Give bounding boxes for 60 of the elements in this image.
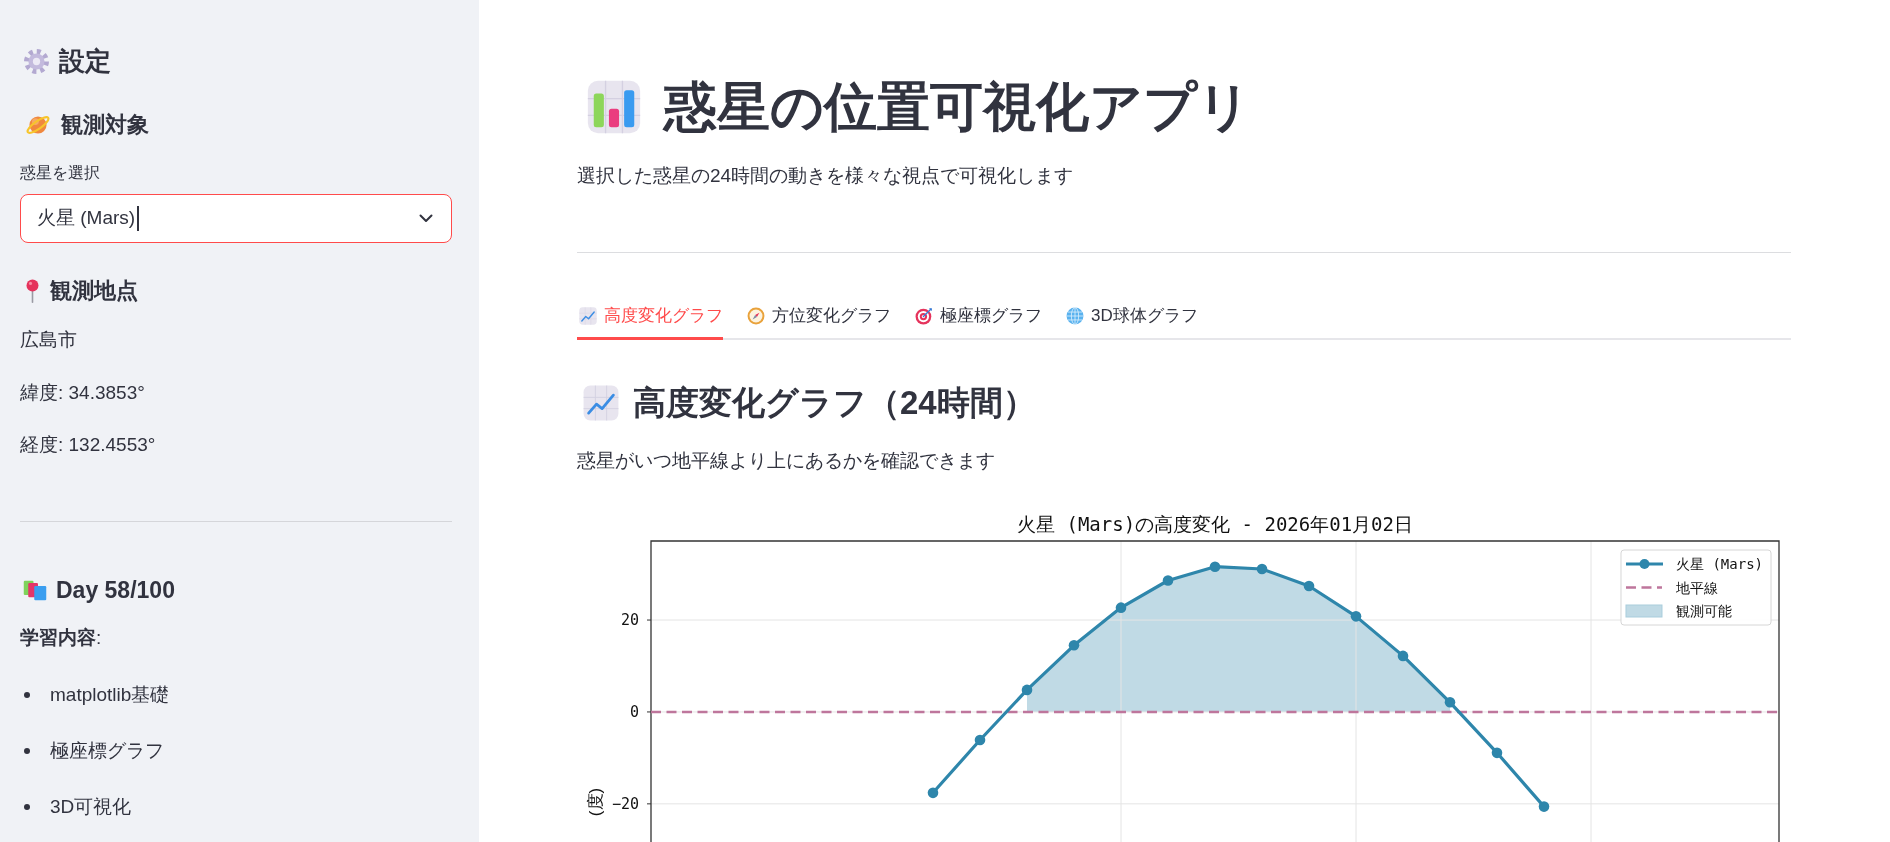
- bullet-icon: [24, 691, 30, 698]
- chevron-down-icon: [419, 214, 433, 223]
- data-point: [1350, 611, 1362, 622]
- list-item-text: 3D可視化: [50, 795, 132, 818]
- data-point: [974, 734, 986, 746]
- location-text: 経度: 132.4553°: [20, 433, 157, 456]
- data-point: [1021, 684, 1033, 696]
- section-caption: 惑星がいつ地平線より上にあるかを確認できます: [577, 449, 996, 472]
- page-title: 惑星の位置可視化アプリ: [664, 76, 1251, 138]
- y-axis-label: (度): [586, 787, 605, 817]
- data-point: [1068, 640, 1080, 651]
- bullet-icon: [24, 803, 30, 810]
- tab[interactable]: 極座標グラフ: [913, 296, 1042, 340]
- page-subtitle: 選択した惑星の24時間の動きを様々な視点で可視化します: [577, 164, 1075, 187]
- section-heading: 観測地点: [50, 278, 138, 304]
- data-point: [1444, 697, 1456, 708]
- data-point: [1397, 650, 1409, 662]
- data-point: [1303, 580, 1315, 592]
- list-heading: 学習内容:: [20, 626, 103, 649]
- pushpin-icon: [26, 279, 39, 303]
- section-heading: 観測対象: [61, 112, 149, 138]
- data-point: [1115, 602, 1127, 613]
- section-title: 高度変化グラフ（24時間）: [633, 383, 1036, 423]
- sidebar-title: 設定: [59, 46, 111, 77]
- location-text: 広島市: [20, 328, 78, 351]
- chart-title: 火星 (Mars)の高度変化 - 2026年01月02日: [1017, 513, 1413, 535]
- bar-chart-icon: [587, 80, 641, 134]
- legend-label: 火星 (Mars): [1676, 556, 1763, 572]
- location-text: 緯度: 34.3853°: [20, 380, 146, 404]
- planet-icon: [26, 116, 50, 134]
- legend-label: 観測可能: [1676, 603, 1732, 619]
- data-point: [1209, 561, 1221, 573]
- globe-icon: [1066, 307, 1084, 325]
- line-chart-icon: [579, 307, 597, 325]
- bullet-icon: [24, 747, 30, 754]
- text-cursor-icon: [137, 206, 139, 231]
- data-point: [1491, 747, 1503, 759]
- y-tick-label: −20: [611, 794, 639, 813]
- series-line-icon: [1626, 559, 1663, 569]
- data-point: [1162, 575, 1174, 586]
- progress-heading: Day 58/100: [56, 576, 175, 604]
- area-swatch-icon: [1625, 604, 1663, 618]
- compass-icon: [747, 307, 765, 325]
- data-point: [927, 787, 939, 799]
- legend-label: 地平線: [1676, 579, 1718, 596]
- field-label: 惑星を選択: [20, 163, 101, 182]
- books-icon: [23, 579, 47, 601]
- list-item-text: matplotlib基礎: [50, 683, 170, 706]
- tab[interactable]: 方位変化グラフ: [745, 296, 891, 340]
- y-tick-label: 0: [629, 702, 639, 721]
- line-chart-icon: [583, 385, 619, 421]
- target-icon: [915, 307, 933, 325]
- planet-select[interactable]: 火星 (Mars): [20, 194, 452, 243]
- dashed-line-icon: [1626, 586, 1662, 589]
- settings-icon: [24, 49, 49, 74]
- tab[interactable]: 3D球体グラフ: [1064, 296, 1198, 340]
- data-point: [1538, 801, 1550, 812]
- data-point: [1256, 563, 1268, 575]
- y-tick-label: 20: [620, 611, 639, 630]
- list-item-text: 極座標グラフ: [50, 739, 164, 762]
